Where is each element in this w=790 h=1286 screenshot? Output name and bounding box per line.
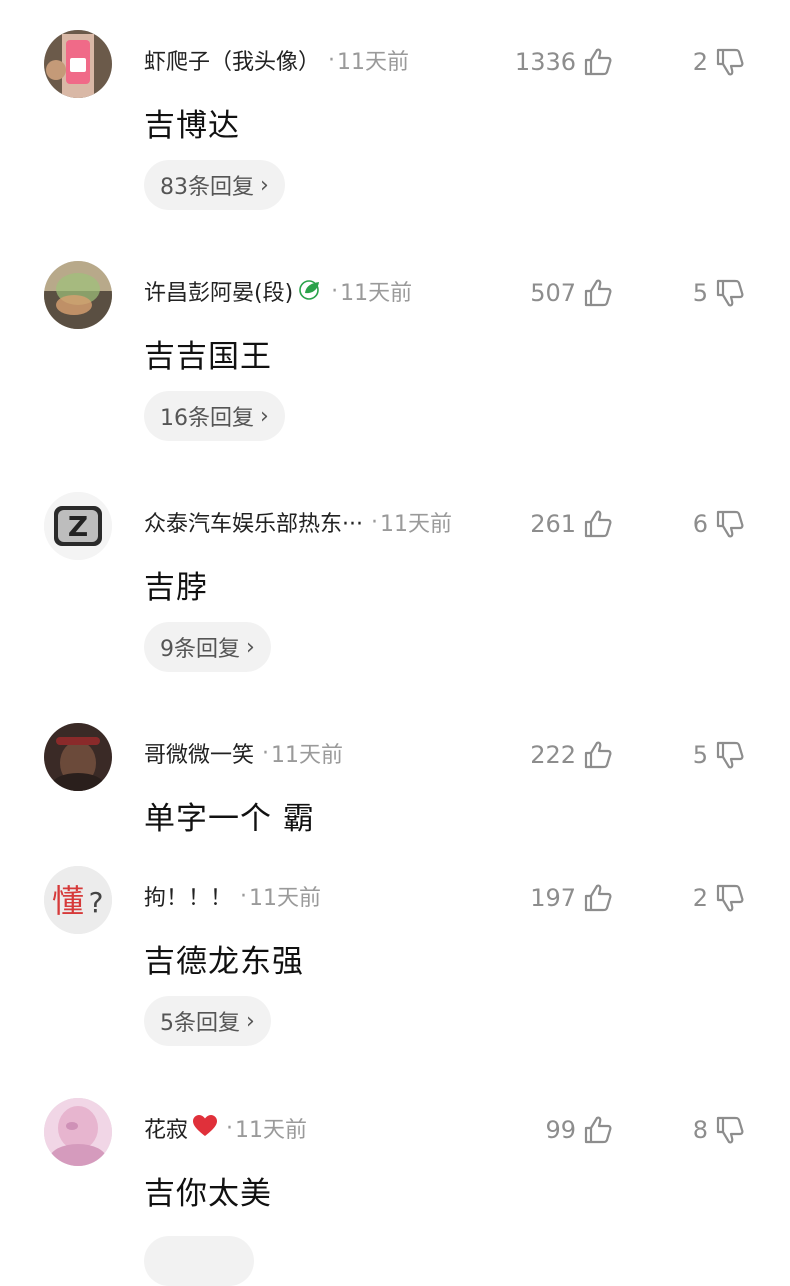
timestamp: 11天前 bbox=[235, 1118, 308, 1143]
view-replies-button[interactable]: 5条回复 › bbox=[144, 996, 271, 1046]
dislike-button[interactable]: 2 bbox=[693, 42, 746, 82]
like-button[interactable]: 507 bbox=[530, 273, 614, 313]
comment-meta: 虾爬子（我头像） · 11天前 bbox=[144, 40, 409, 80]
separator: · bbox=[262, 740, 270, 766]
chevron-right-icon: › bbox=[246, 1008, 255, 1034]
view-replies-button[interactable]: 9条回复 › bbox=[144, 622, 271, 672]
dislike-count: 5 bbox=[692, 279, 708, 307]
avatar[interactable]: Z bbox=[44, 492, 112, 560]
dislike-button[interactable]: 5 bbox=[693, 735, 746, 775]
avatar[interactable] bbox=[44, 723, 112, 791]
comment-text: 吉吉国王 bbox=[144, 339, 272, 375]
dislike-button[interactable]: 5 bbox=[693, 273, 746, 313]
dislike-count: 2 bbox=[692, 48, 708, 76]
leaf-badge-icon bbox=[297, 278, 323, 305]
separator: · bbox=[240, 883, 248, 909]
username[interactable]: 虾爬子（我头像） bbox=[144, 44, 320, 76]
dislike-count: 6 bbox=[692, 510, 708, 538]
like-button[interactable]: 1336 bbox=[515, 42, 614, 82]
like-button[interactable]: 222 bbox=[530, 735, 614, 775]
thumb-down-icon bbox=[716, 48, 744, 76]
like-count: 222 bbox=[530, 741, 576, 769]
thumb-up-icon bbox=[584, 741, 612, 769]
timestamp: 11天前 bbox=[271, 743, 344, 768]
chevron-right-icon: › bbox=[260, 403, 269, 429]
separator: · bbox=[331, 278, 339, 304]
avatar-char: 懂 bbox=[52, 882, 84, 920]
comment-meta: 拘！！！ · 11天前 bbox=[144, 876, 321, 916]
comment-text: 吉德龙东强 bbox=[144, 944, 304, 980]
like-count: 197 bbox=[530, 884, 576, 912]
thumb-down-icon bbox=[716, 510, 744, 538]
thumb-up-icon bbox=[584, 884, 612, 912]
view-replies-button[interactable] bbox=[144, 1236, 254, 1286]
avatar[interactable] bbox=[44, 261, 112, 329]
reply-count: 16条回复 bbox=[160, 406, 254, 431]
like-button[interactable]: 261 bbox=[530, 504, 614, 544]
thumb-up-icon bbox=[584, 48, 612, 76]
heart-icon bbox=[192, 1114, 218, 1143]
chevron-right-icon: › bbox=[246, 634, 255, 660]
like-count: 507 bbox=[530, 279, 576, 307]
thumb-up-icon bbox=[584, 279, 612, 307]
username[interactable]: 拘！！！ bbox=[144, 880, 232, 912]
dislike-button[interactable]: 8 bbox=[693, 1110, 746, 1150]
avatar[interactable] bbox=[44, 30, 112, 98]
like-button[interactable]: 197 bbox=[530, 878, 614, 918]
view-replies-button[interactable]: 83条回复 › bbox=[144, 160, 285, 210]
comment-text: 吉博达 bbox=[144, 108, 240, 144]
username[interactable]: 哥微微一笑 bbox=[144, 737, 254, 769]
thumb-down-icon bbox=[716, 741, 744, 769]
like-button[interactable]: 99 bbox=[545, 1110, 614, 1150]
thumb-down-icon bbox=[716, 884, 744, 912]
timestamp: 11天前 bbox=[249, 886, 322, 911]
chevron-right-icon: › bbox=[260, 172, 269, 198]
separator: · bbox=[226, 1115, 234, 1141]
reply-count: 5条回复 bbox=[160, 1011, 240, 1036]
comment-text: 单字一个 霸 bbox=[144, 801, 315, 837]
timestamp: 11天前 bbox=[379, 512, 452, 537]
brand-letter: Z bbox=[68, 510, 88, 543]
dislike-count: 5 bbox=[692, 741, 708, 769]
separator: · bbox=[370, 509, 378, 535]
username[interactable]: 花寂 bbox=[144, 1112, 188, 1144]
timestamp: 11天前 bbox=[340, 281, 413, 306]
username[interactable]: 许昌彭阿晏(段) bbox=[144, 275, 293, 307]
comment-meta: 众泰汽车娱乐部热东··· · 11天前 bbox=[144, 502, 452, 542]
dislike-count: 2 bbox=[692, 884, 708, 912]
thumb-up-icon bbox=[584, 1116, 612, 1144]
reply-count: 9条回复 bbox=[160, 637, 240, 662]
like-count: 261 bbox=[530, 510, 576, 538]
dislike-button[interactable]: 6 bbox=[693, 504, 746, 544]
like-count: 1336 bbox=[514, 48, 576, 76]
like-count: 99 bbox=[545, 1116, 576, 1144]
comment-text: 吉脖 bbox=[144, 570, 208, 606]
avatar[interactable] bbox=[44, 1098, 112, 1166]
comment-text: 吉你太美 bbox=[144, 1176, 272, 1212]
comment-meta: 哥微微一笑 · 11天前 bbox=[144, 733, 343, 773]
view-replies-button[interactable]: 16条回复 › bbox=[144, 391, 285, 441]
thumb-down-icon bbox=[716, 1116, 744, 1144]
timestamp: 11天前 bbox=[337, 50, 410, 75]
avatar[interactable]: 懂 ? bbox=[44, 866, 112, 934]
dislike-button[interactable]: 2 bbox=[693, 878, 746, 918]
avatar-mark: ? bbox=[89, 886, 104, 919]
comment-meta: 花寂 · 11天前 bbox=[144, 1108, 307, 1148]
username[interactable]: 众泰汽车娱乐部热东··· bbox=[144, 506, 363, 538]
thumb-up-icon bbox=[584, 510, 612, 538]
separator: · bbox=[328, 47, 336, 73]
comment-meta: 许昌彭阿晏(段) · 11天前 bbox=[144, 271, 412, 311]
thumb-down-icon bbox=[716, 279, 744, 307]
dislike-count: 8 bbox=[692, 1116, 708, 1144]
reply-count: 83条回复 bbox=[160, 175, 254, 200]
